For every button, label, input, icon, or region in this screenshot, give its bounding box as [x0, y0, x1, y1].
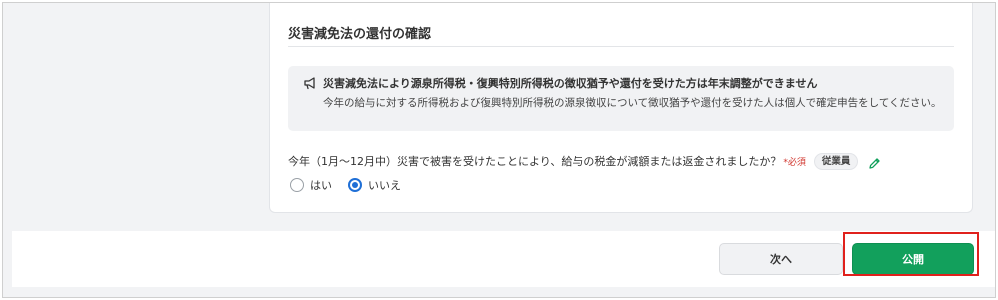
radio-option-yes[interactable]: はい	[290, 177, 332, 193]
role-badge: 従業員	[813, 152, 859, 170]
question-text: 今年（1月〜12月中）災害で被害を受けたことにより、給与の税金が減額または返金さ…	[288, 155, 782, 168]
section-title: 災害減免法の還付の確認	[288, 27, 432, 42]
question-row: 今年（1月〜12月中）災害で被害を受けたことにより、給与の税金が減額または返金さ…	[288, 152, 881, 170]
publish-button[interactable]: 公開	[852, 243, 974, 275]
notice-body: 今年の給与に対する所得税および復興特別所得税の源泉徴収について徴収猶予や還付を受…	[323, 97, 942, 109]
megaphone-icon	[303, 75, 317, 90]
radio-group: はい いいえ	[290, 177, 417, 193]
radio-label-yes: はい	[310, 179, 332, 192]
pencil-icon[interactable]	[868, 155, 881, 169]
notice-title: 災害減免法により源泉所得税・復興特別所得税の徴収猶予や還付を受けた方は年末調整が…	[323, 77, 818, 90]
radio-label-no: いいえ	[368, 179, 401, 192]
page-frame: 災害減免法の還付の確認 災害減免法により源泉所得税・復興特別所得税の徴収猶予や還…	[2, 2, 996, 298]
radio-no[interactable]	[348, 178, 362, 192]
section-divider	[288, 46, 954, 47]
form-card: 災害減免法の還付の確認 災害減免法により源泉所得税・復興特別所得税の徴収猶予や還…	[269, 3, 973, 213]
notice-box: 災害減免法により源泉所得税・復興特別所得税の徴収猶予や還付を受けた方は年末調整が…	[288, 66, 954, 131]
next-button[interactable]: 次へ	[719, 243, 843, 275]
radio-option-no[interactable]: いいえ	[348, 177, 401, 193]
required-mark: *必須	[783, 157, 806, 168]
radio-yes[interactable]	[290, 178, 304, 192]
footer-bar: 次へ 公開	[12, 231, 995, 287]
